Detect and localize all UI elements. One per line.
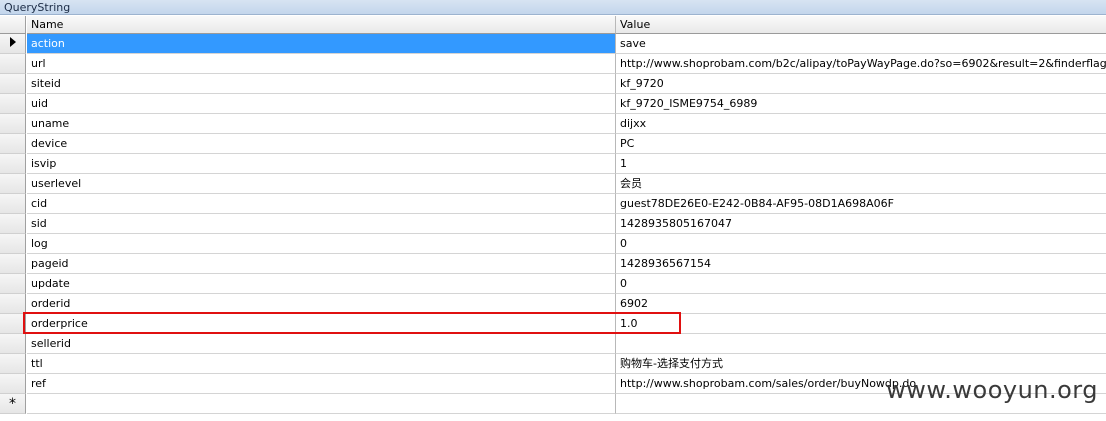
value-cell[interactable]	[616, 334, 1106, 354]
name-cell[interactable]: device	[27, 134, 616, 154]
row-selector[interactable]	[0, 294, 26, 314]
table-row[interactable]: sellerid	[0, 334, 1106, 354]
table-row[interactable]: uname dijxx	[0, 114, 1106, 134]
row-selector[interactable]	[0, 94, 26, 114]
name-cell[interactable]: update	[27, 274, 616, 294]
row-selector[interactable]	[0, 254, 26, 274]
table-row[interactable]: device PC	[0, 134, 1106, 154]
value-cell[interactable]: 1428935805167047	[616, 214, 1106, 234]
current-row-arrow-icon	[9, 37, 16, 47]
table-row[interactable]: url http://www.shoprobam.com/b2c/alipay/…	[0, 54, 1106, 74]
value-cell[interactable]: save	[616, 34, 1106, 54]
value-cell[interactable]: http://www.shoprobam.com/b2c/alipay/toPa…	[616, 54, 1106, 74]
table-row[interactable]: uid kf_9720_ISME9754_6989	[0, 94, 1106, 114]
row-selector[interactable]	[0, 274, 26, 294]
row-selector[interactable]	[0, 114, 26, 134]
value-cell[interactable]: 购物车-选择支付方式	[616, 354, 1106, 374]
table-row[interactable]: orderprice 1.0	[0, 314, 1106, 334]
name-cell[interactable]: uid	[27, 94, 616, 114]
row-selector[interactable]	[0, 174, 26, 194]
table-row[interactable]: sid 1428935805167047	[0, 214, 1106, 234]
value-cell[interactable]: 1428936567154	[616, 254, 1106, 274]
row-selector[interactable]	[0, 334, 26, 354]
name-cell[interactable]: orderid	[27, 294, 616, 314]
name-cell[interactable]: log	[27, 234, 616, 254]
table-row[interactable]: userlevel 会员	[0, 174, 1106, 194]
name-cell[interactable]: sid	[27, 214, 616, 234]
table-row[interactable]: action save	[0, 34, 1106, 54]
window-title: QueryString	[0, 0, 1106, 15]
name-cell[interactable]: sellerid	[27, 334, 616, 354]
row-selector[interactable]	[0, 154, 26, 174]
name-cell[interactable]: url	[27, 54, 616, 74]
name-cell[interactable]: uname	[27, 114, 616, 134]
new-row-marker-icon: *	[0, 394, 26, 414]
value-cell[interactable]: 1	[616, 154, 1106, 174]
row-selector[interactable]	[0, 134, 26, 154]
name-cell[interactable]: orderprice	[27, 314, 616, 334]
table-row[interactable]: pageid 1428936567154	[0, 254, 1106, 274]
new-name-cell[interactable]	[27, 394, 616, 414]
value-cell[interactable]: kf_9720_ISME9754_6989	[616, 94, 1106, 114]
name-cell[interactable]: cid	[27, 194, 616, 214]
table-row[interactable]: update 0	[0, 274, 1106, 294]
value-cell[interactable]: PC	[616, 134, 1106, 154]
table-row[interactable]: orderid 6902	[0, 294, 1106, 314]
row-selector[interactable]	[0, 194, 26, 214]
value-cell[interactable]: 1.0	[616, 314, 1106, 334]
name-cell[interactable]: siteid	[27, 74, 616, 94]
name-cell[interactable]: isvip	[27, 154, 616, 174]
value-cell[interactable]: 0	[616, 234, 1106, 254]
value-cell[interactable]: guest78DE26E0-E242-0B84-AF95-08D1A698A06…	[616, 194, 1106, 214]
column-header-name[interactable]: Name	[27, 16, 616, 34]
row-selector[interactable]	[0, 74, 26, 94]
value-cell[interactable]: 6902	[616, 294, 1106, 314]
row-selector[interactable]	[0, 314, 26, 334]
row-selector[interactable]	[0, 214, 26, 234]
name-cell[interactable]: action	[27, 34, 616, 54]
value-cell[interactable]: kf_9720	[616, 74, 1106, 94]
name-cell[interactable]: ref	[27, 374, 616, 394]
column-header-value[interactable]: Value	[616, 16, 1106, 34]
query-string-grid: Name Value action save url http://www.sh…	[0, 16, 1106, 414]
name-cell[interactable]: userlevel	[27, 174, 616, 194]
row-selector[interactable]	[0, 54, 26, 74]
table-row[interactable]: siteid kf_9720	[0, 74, 1106, 94]
header-selector-corner[interactable]	[0, 16, 26, 34]
table-row[interactable]: log 0	[0, 234, 1106, 254]
name-cell[interactable]: ttl	[27, 354, 616, 374]
name-cell[interactable]: pageid	[27, 254, 616, 274]
row-selector[interactable]	[0, 374, 26, 394]
value-cell[interactable]: 会员	[616, 174, 1106, 194]
watermark: www.wooyun.org	[886, 376, 1098, 404]
table-row[interactable]: isvip 1	[0, 154, 1106, 174]
row-selector[interactable]	[0, 234, 26, 254]
table-row[interactable]: cid guest78DE26E0-E242-0B84-AF95-08D1A69…	[0, 194, 1106, 214]
row-selector[interactable]	[0, 354, 26, 374]
grid-header: Name Value	[0, 16, 1106, 34]
table-row[interactable]: ttl 购物车-选择支付方式	[0, 354, 1106, 374]
value-cell[interactable]: dijxx	[616, 114, 1106, 134]
value-cell[interactable]: 0	[616, 274, 1106, 294]
row-selector[interactable]	[0, 34, 26, 54]
